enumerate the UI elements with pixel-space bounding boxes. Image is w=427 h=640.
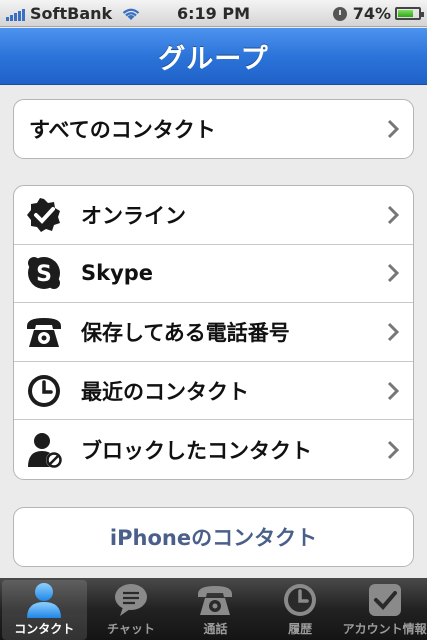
group-label: ブロックしたコンタクト	[81, 438, 312, 463]
tab-account[interactable]: アカウント情報	[342, 578, 427, 640]
tab-label: 履歴	[288, 622, 313, 636]
group-label: 保存してある電話番号	[81, 320, 290, 345]
blocked-user-icon	[25, 431, 63, 469]
status-left: SoftBank	[6, 0, 142, 27]
phone-icon	[195, 582, 235, 618]
group-row-saved-numbers[interactable]: 保存してある電話番号	[14, 303, 413, 362]
group-label: Skype	[81, 261, 154, 286]
chevron-right-icon	[387, 440, 399, 459]
tab-label: チャット	[106, 622, 155, 636]
contacts-icon	[24, 582, 64, 618]
svg-text:S: S	[36, 262, 52, 287]
skype-icon: S	[25, 254, 63, 292]
group-label: オンライン	[81, 203, 186, 228]
online-check-icon	[25, 196, 63, 234]
chevron-right-icon	[387, 119, 399, 139]
signal-strength-icon	[6, 7, 26, 21]
battery-icon	[395, 7, 424, 20]
carrier-name: SoftBank	[30, 4, 113, 23]
page-title: グループ	[158, 43, 269, 75]
battery-percentage: 74%	[352, 4, 391, 23]
navigation-bar: グループ	[0, 28, 427, 85]
chevron-right-icon	[387, 381, 399, 400]
alarm-clock-icon	[332, 6, 347, 21]
group-row-skype[interactable]: S Skype	[14, 245, 413, 304]
tab-chat[interactable]: チャット	[89, 578, 174, 640]
phone-icon	[25, 313, 63, 351]
wifi-icon	[122, 8, 140, 20]
status-bar: SoftBank 6:19 PM 74%	[0, 0, 427, 27]
group-label: 最近のコンタクト	[81, 379, 249, 404]
groups-list: オンライン S Skype 保存してある電話番号 最近のコンタクト ブロックした…	[13, 185, 414, 480]
chevron-right-icon	[387, 322, 399, 342]
tab-label: 通話	[203, 622, 228, 636]
status-right: 74%	[332, 0, 424, 27]
group-row-online[interactable]: オンライン	[14, 186, 413, 245]
group-row-recent[interactable]: 最近のコンタクト	[14, 362, 413, 421]
account-icon	[365, 582, 405, 618]
battery-fill	[398, 10, 413, 17]
all-contacts-group: すべてのコンタクト	[13, 99, 414, 159]
tab-calls[interactable]: 通話	[173, 578, 258, 640]
all-contacts-row[interactable]: すべてのコンタクト	[14, 100, 413, 158]
clock-icon	[25, 372, 63, 410]
tab-bar: コンタクト チャット 通話 履歴 アカウント情報	[0, 578, 427, 640]
group-row-blocked[interactable]: ブロックしたコンタクト	[14, 420, 413, 479]
iphone-contacts-group: iPhoneのコンタクト	[13, 507, 414, 567]
iphone-contacts-button[interactable]: iPhoneのコンタクト	[14, 508, 413, 566]
history-icon	[280, 582, 320, 618]
chevron-right-icon	[387, 264, 399, 283]
chat-icon	[111, 582, 151, 618]
tab-contacts[interactable]: コンタクト	[2, 580, 87, 640]
tab-history[interactable]: 履歴	[258, 578, 343, 640]
iphone-contacts-label: iPhoneのコンタクト	[109, 526, 318, 550]
chevron-right-icon	[387, 205, 399, 224]
tab-label: コンタクト	[14, 622, 75, 636]
all-contacts-label: すべてのコンタクト	[29, 118, 216, 142]
tab-label: アカウント情報	[342, 622, 427, 636]
